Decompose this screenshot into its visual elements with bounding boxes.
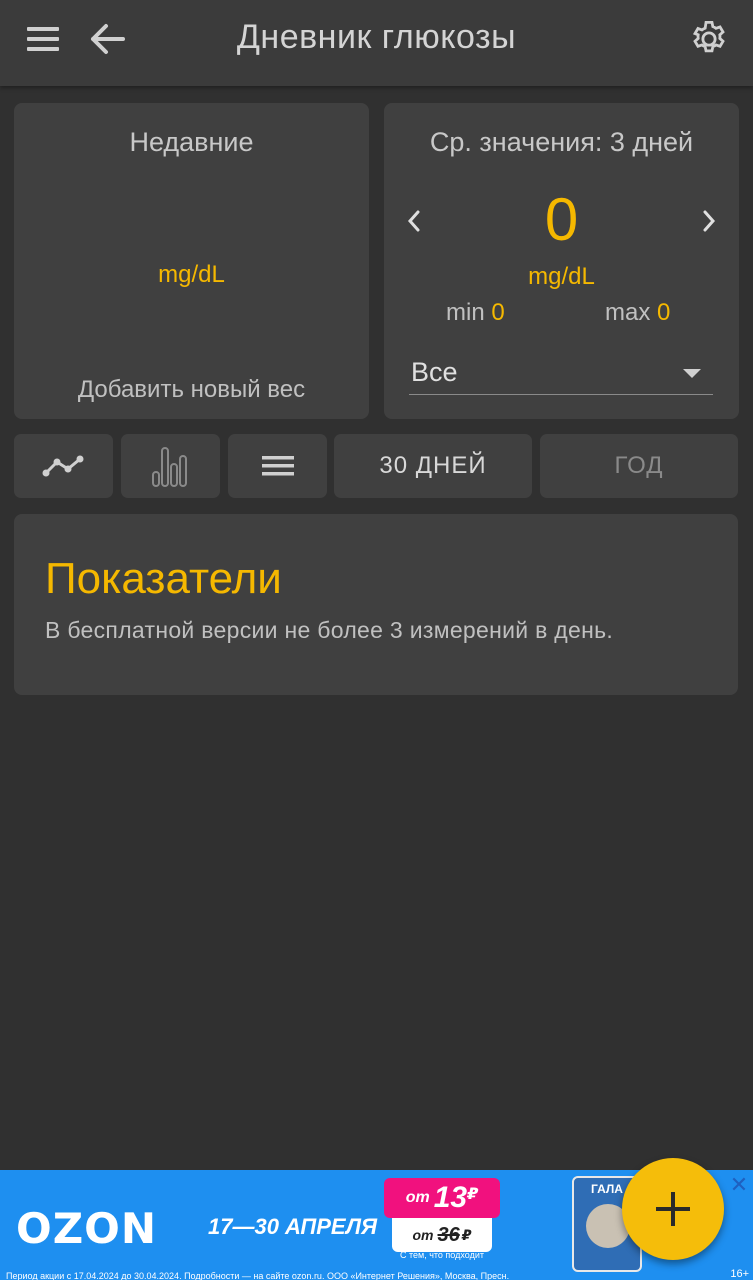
line-chart-button[interactable] xyxy=(14,434,113,498)
ad-old-price-currency: ₽ xyxy=(461,1226,472,1243)
chevron-right-icon xyxy=(703,210,716,232)
back-arrow-icon xyxy=(91,24,125,54)
ad-age-rating: 16+ xyxy=(730,1268,749,1280)
page-title: Дневник глюкозы xyxy=(236,18,517,56)
info-text: В бесплатной версии не более 3 измерений… xyxy=(45,617,614,643)
bar-chart-button[interactable] xyxy=(121,434,220,498)
range-30-days-button[interactable]: 30 ДНЕЙ xyxy=(334,434,532,498)
menu-button[interactable] xyxy=(14,14,74,64)
next-period-button[interactable] xyxy=(689,199,729,243)
average-title: Ср. значения: 3 дней xyxy=(429,127,694,157)
plus-icon xyxy=(656,1192,690,1226)
settings-button[interactable] xyxy=(679,14,739,64)
average-card: Ср. значения: 3 дней 0 mg/dL min 0 max 0… xyxy=(384,103,739,419)
average-value: 0 xyxy=(544,186,579,253)
max-value: 0 xyxy=(657,299,671,326)
gear-icon xyxy=(692,20,725,53)
max-readout: max 0 xyxy=(605,299,670,327)
list-icon xyxy=(261,456,294,476)
max-label: max xyxy=(605,299,651,326)
ad-price: от 13 ₽ xyxy=(384,1178,500,1218)
ad-dates: 17—30 АПРЕЛЯ xyxy=(208,1214,377,1239)
ad-brand: OZON xyxy=(16,1204,158,1253)
caret-down-icon xyxy=(683,369,701,378)
ad-legal-text: Период акции с 17.04.2024 до 30.04.2024.… xyxy=(6,1271,510,1280)
average-unit: mg/dL xyxy=(528,263,595,290)
ad-old-price-value: 36 xyxy=(437,1223,460,1246)
min-readout: min 0 xyxy=(446,299,505,327)
menu-icon xyxy=(27,27,59,51)
range-year-button[interactable]: ГОД xyxy=(540,434,738,498)
ad-price-value: 13 xyxy=(433,1181,468,1214)
filter-select-value: Все xyxy=(411,357,458,387)
filter-select[interactable]: Все xyxy=(409,353,713,395)
list-view-button[interactable] xyxy=(228,434,327,498)
back-button[interactable] xyxy=(78,14,138,64)
ad-price-from: от xyxy=(405,1189,430,1206)
add-new-entry-link[interactable]: Добавить новый вес xyxy=(14,376,369,404)
ad-close-icon[interactable]: ✕ xyxy=(728,1174,750,1196)
bar-chart-icon xyxy=(151,447,187,487)
app-bar: Дневник глюкозы xyxy=(0,0,753,86)
min-label: min xyxy=(446,299,485,326)
info-card: Показатели В бесплатной версии не более … xyxy=(14,514,738,695)
min-value: 0 xyxy=(491,299,505,326)
recent-card[interactable]: Недавние mg/dL Добавить новый вес xyxy=(14,103,369,419)
recent-title: Недавние xyxy=(129,127,254,157)
add-measurement-fab[interactable] xyxy=(622,1158,724,1260)
ad-old-price: от 36 ₽ xyxy=(392,1218,492,1252)
ad-old-price-from: от xyxy=(412,1227,434,1243)
ad-small-text: С тем, что подходит xyxy=(400,1250,484,1260)
line-chart-icon xyxy=(42,455,83,477)
recent-unit: mg/dL xyxy=(158,261,225,288)
ad-price-currency: ₽ xyxy=(467,1186,479,1203)
info-heading: Показатели xyxy=(45,554,282,603)
